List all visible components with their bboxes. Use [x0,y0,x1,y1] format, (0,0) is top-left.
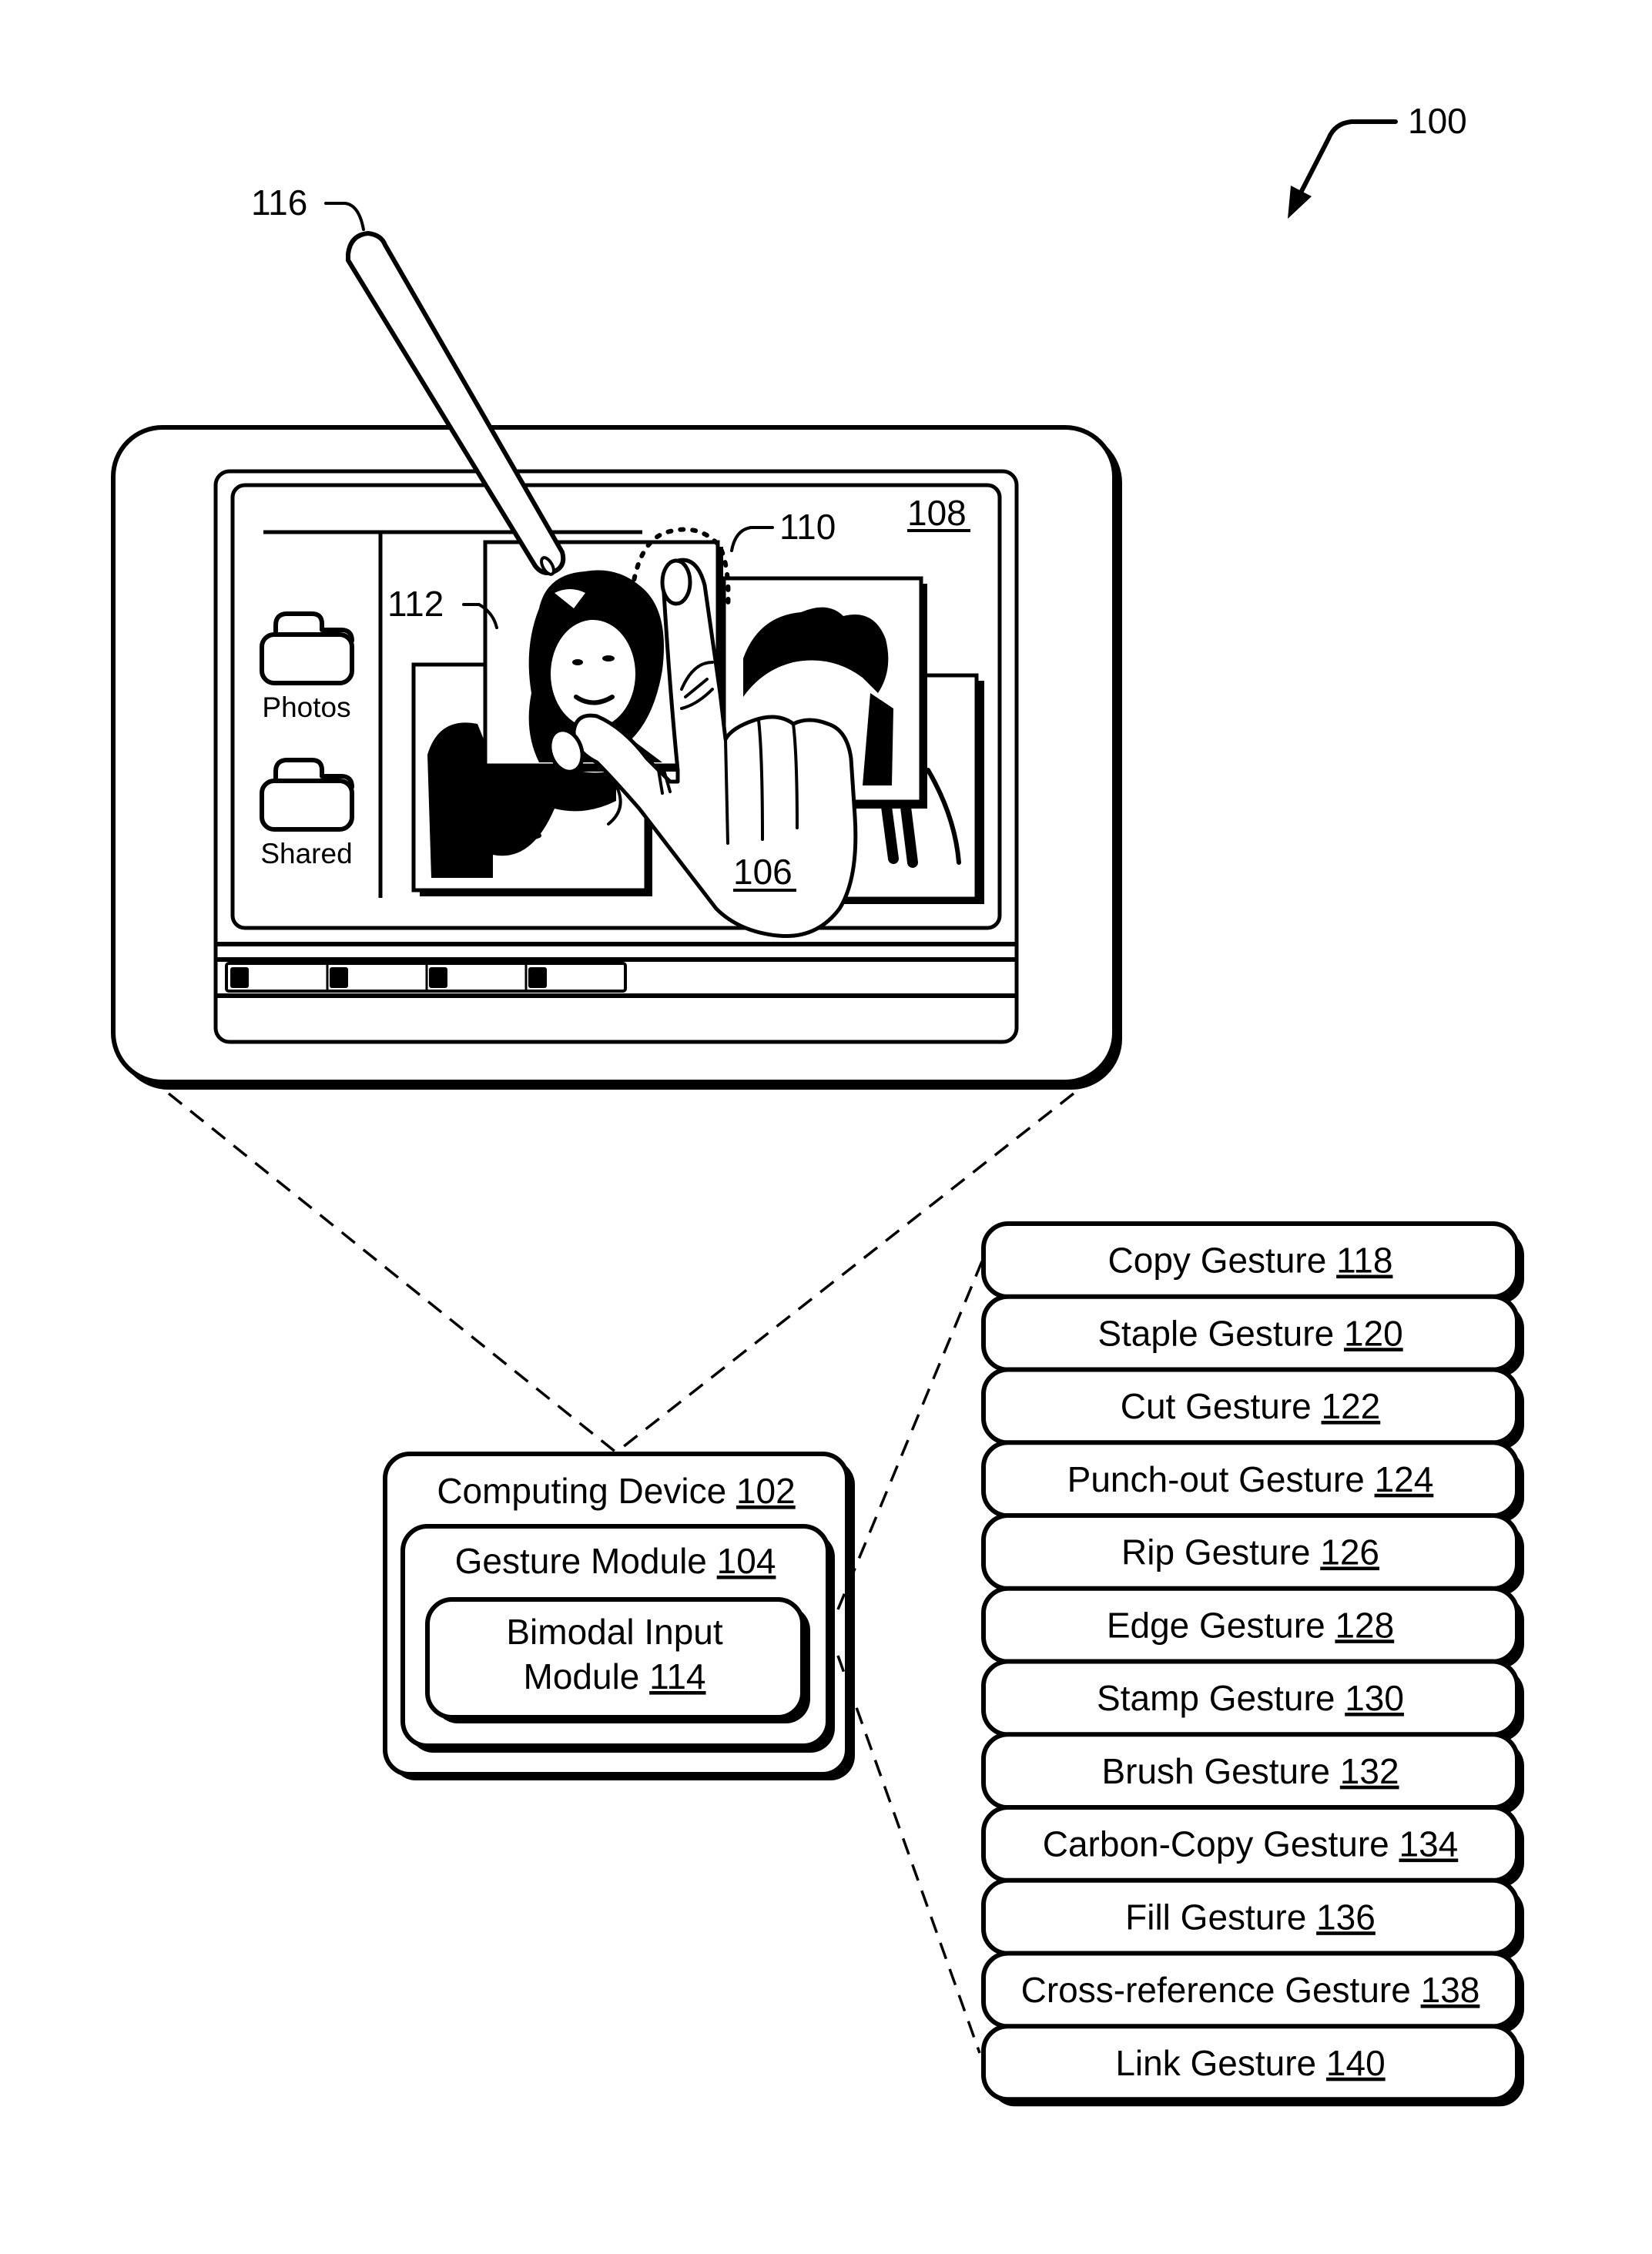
gesture-name: Edge Gesture [1107,1605,1325,1645]
projection-line-left [167,1092,618,1454]
gesture-name: Cross-reference Gesture [1021,1970,1411,2010]
gesture-item-label: Rip Gesture 126 [1121,1532,1379,1572]
gesture-item-label: Brush Gesture 132 [1101,1751,1399,1791]
gesture-ref-number: 126 [1320,1532,1379,1572]
gesture-item-label: Copy Gesture 118 [1108,1241,1393,1281]
ref-number: 102 [736,1471,796,1511]
bimodal-input-label-line1: Bimodal Input [506,1612,722,1652]
gesture-item-label: Link Gesture 140 [1115,2043,1385,2083]
gesture-ref-number: 118 [1336,1241,1392,1281]
gesture-ref-number: 122 [1322,1386,1381,1426]
gesture-item[interactable]: Cross-reference Gesture 138 [981,1951,1524,2034]
gesture-item[interactable]: Staple Gesture 120 [981,1294,1524,1377]
gesture-item[interactable]: Fill Gesture 136 [981,1877,1524,1961]
label-text: Gesture Module [455,1541,707,1581]
gesture-name: Brush Gesture [1101,1751,1330,1791]
patent-figure: 100 Photos Shared 116 108 110 112 106 Co… [111,101,1524,2107]
gesture-item[interactable]: Link Gesture 140 [981,2024,1524,2107]
taskbar-item-icon [528,967,547,988]
arrowhead-icon [1288,186,1312,219]
taskbar-item-icon [230,967,249,988]
photo-content [551,620,635,728]
gesture-ref-number: 136 [1316,1897,1376,1937]
gesture-name: Staple Gesture [1097,1313,1334,1353]
stylus-ref-label: 116 [251,183,307,223]
gesture-item[interactable]: Cut Gesture 122 [981,1367,1524,1450]
ref-number: 114 [649,1656,705,1696]
ref-label-116: 116 [251,183,365,231]
gesture-name: Punch-out Gesture [1067,1459,1365,1499]
ref-label-108: 108 [907,493,970,533]
gesture-ref-number: 124 [1375,1459,1434,1499]
gesture-item[interactable]: Brush Gesture 132 [981,1732,1524,1815]
gesture-item-label: Cut Gesture 122 [1121,1386,1381,1426]
gesture-name: Stamp Gesture [1097,1678,1335,1718]
gesture-ref-number: 130 [1345,1678,1404,1718]
image-ref-label: 112 [387,584,444,624]
photo-content [572,659,583,665]
gesture-item-label: Staple Gesture 120 [1097,1313,1402,1353]
hand-ref-label: 106 [733,852,792,892]
gesture-name: Cut Gesture [1121,1386,1312,1426]
computing-device-label: Computing Device 102 [437,1471,795,1511]
figure-ref-100: 100 [1288,101,1467,219]
label-text: Computing Device [437,1471,726,1511]
figure-ref-label: 100 [1408,101,1467,141]
figure-ref-arrow-line [1295,119,1398,201]
taskbar-item-icon [429,967,447,988]
taskbar-item-icon [330,967,348,988]
gesture-name: Copy Gesture [1108,1241,1327,1281]
taskbar-item[interactable] [230,967,249,988]
gesture-item-label: Stamp Gesture 130 [1097,1678,1404,1718]
gesture-name: Rip Gesture [1121,1532,1310,1572]
gesture-item-label: Cross-reference Gesture 138 [1021,1970,1480,2010]
gesture-item-label: Edge Gesture 128 [1107,1605,1394,1645]
gesture-ref-number: 134 [1399,1824,1459,1864]
gesture-item-label: Punch-out Gesture 124 [1067,1459,1434,1499]
gesture-item[interactable]: Rip Gesture 126 [981,1513,1524,1596]
projection-line-gestures-top [836,1261,983,1610]
gesture-name: Link Gesture [1115,2043,1316,2083]
sidebar-item-label: Shared [260,838,352,869]
taskbar [225,962,627,993]
bimodal-input-module-box[interactable]: Bimodal Input Module 114 [425,1597,810,1723]
gesture-item[interactable]: Carbon-Copy Gesture 134 [981,1805,1524,1887]
fingernail [660,558,692,606]
touch-ref-label: 110 [779,507,836,547]
projection-line-gestures-bottom [836,1655,981,2054]
photo-content [602,655,615,661]
gesture-item-label: Fill Gesture 136 [1125,1897,1376,1937]
gesture-name: Carbon-Copy Gesture [1043,1824,1389,1864]
gesture-ref-number: 138 [1421,1970,1480,2010]
gesture-item-label: Carbon-Copy Gesture 134 [1043,1824,1459,1864]
gesture-module-label: Gesture Module 104 [455,1541,776,1581]
gesture-name: Fill Gesture [1125,1897,1306,1937]
leader-line [324,202,365,231]
sidebar-item-label: Photos [262,692,350,723]
tablet-device: Photos Shared 116 108 110 112 106 [111,183,1122,1090]
bimodal-input-label-line2: Module 114 [524,1656,706,1696]
gesture-ref-number: 132 [1340,1751,1399,1791]
gesture-ref-number: 128 [1335,1605,1394,1645]
ref-number: 104 [717,1541,776,1581]
display-ref-label: 108 [907,493,967,533]
label-text: Module [524,1656,640,1696]
gesture-item[interactable]: Edge Gesture 128 [981,1586,1524,1669]
gesture-item[interactable]: Punch-out Gesture 124 [981,1440,1524,1523]
gesture-ref-number: 120 [1344,1313,1403,1353]
gesture-list: Copy Gesture 118Staple Gesture 120Cut Ge… [981,1221,1524,2107]
gesture-item[interactable]: Copy Gesture 118 [981,1221,1524,1304]
gesture-ref-number: 140 [1326,2043,1386,2083]
gesture-item[interactable]: Stamp Gesture 130 [981,1659,1524,1742]
ref-label-106: 106 [733,852,796,892]
